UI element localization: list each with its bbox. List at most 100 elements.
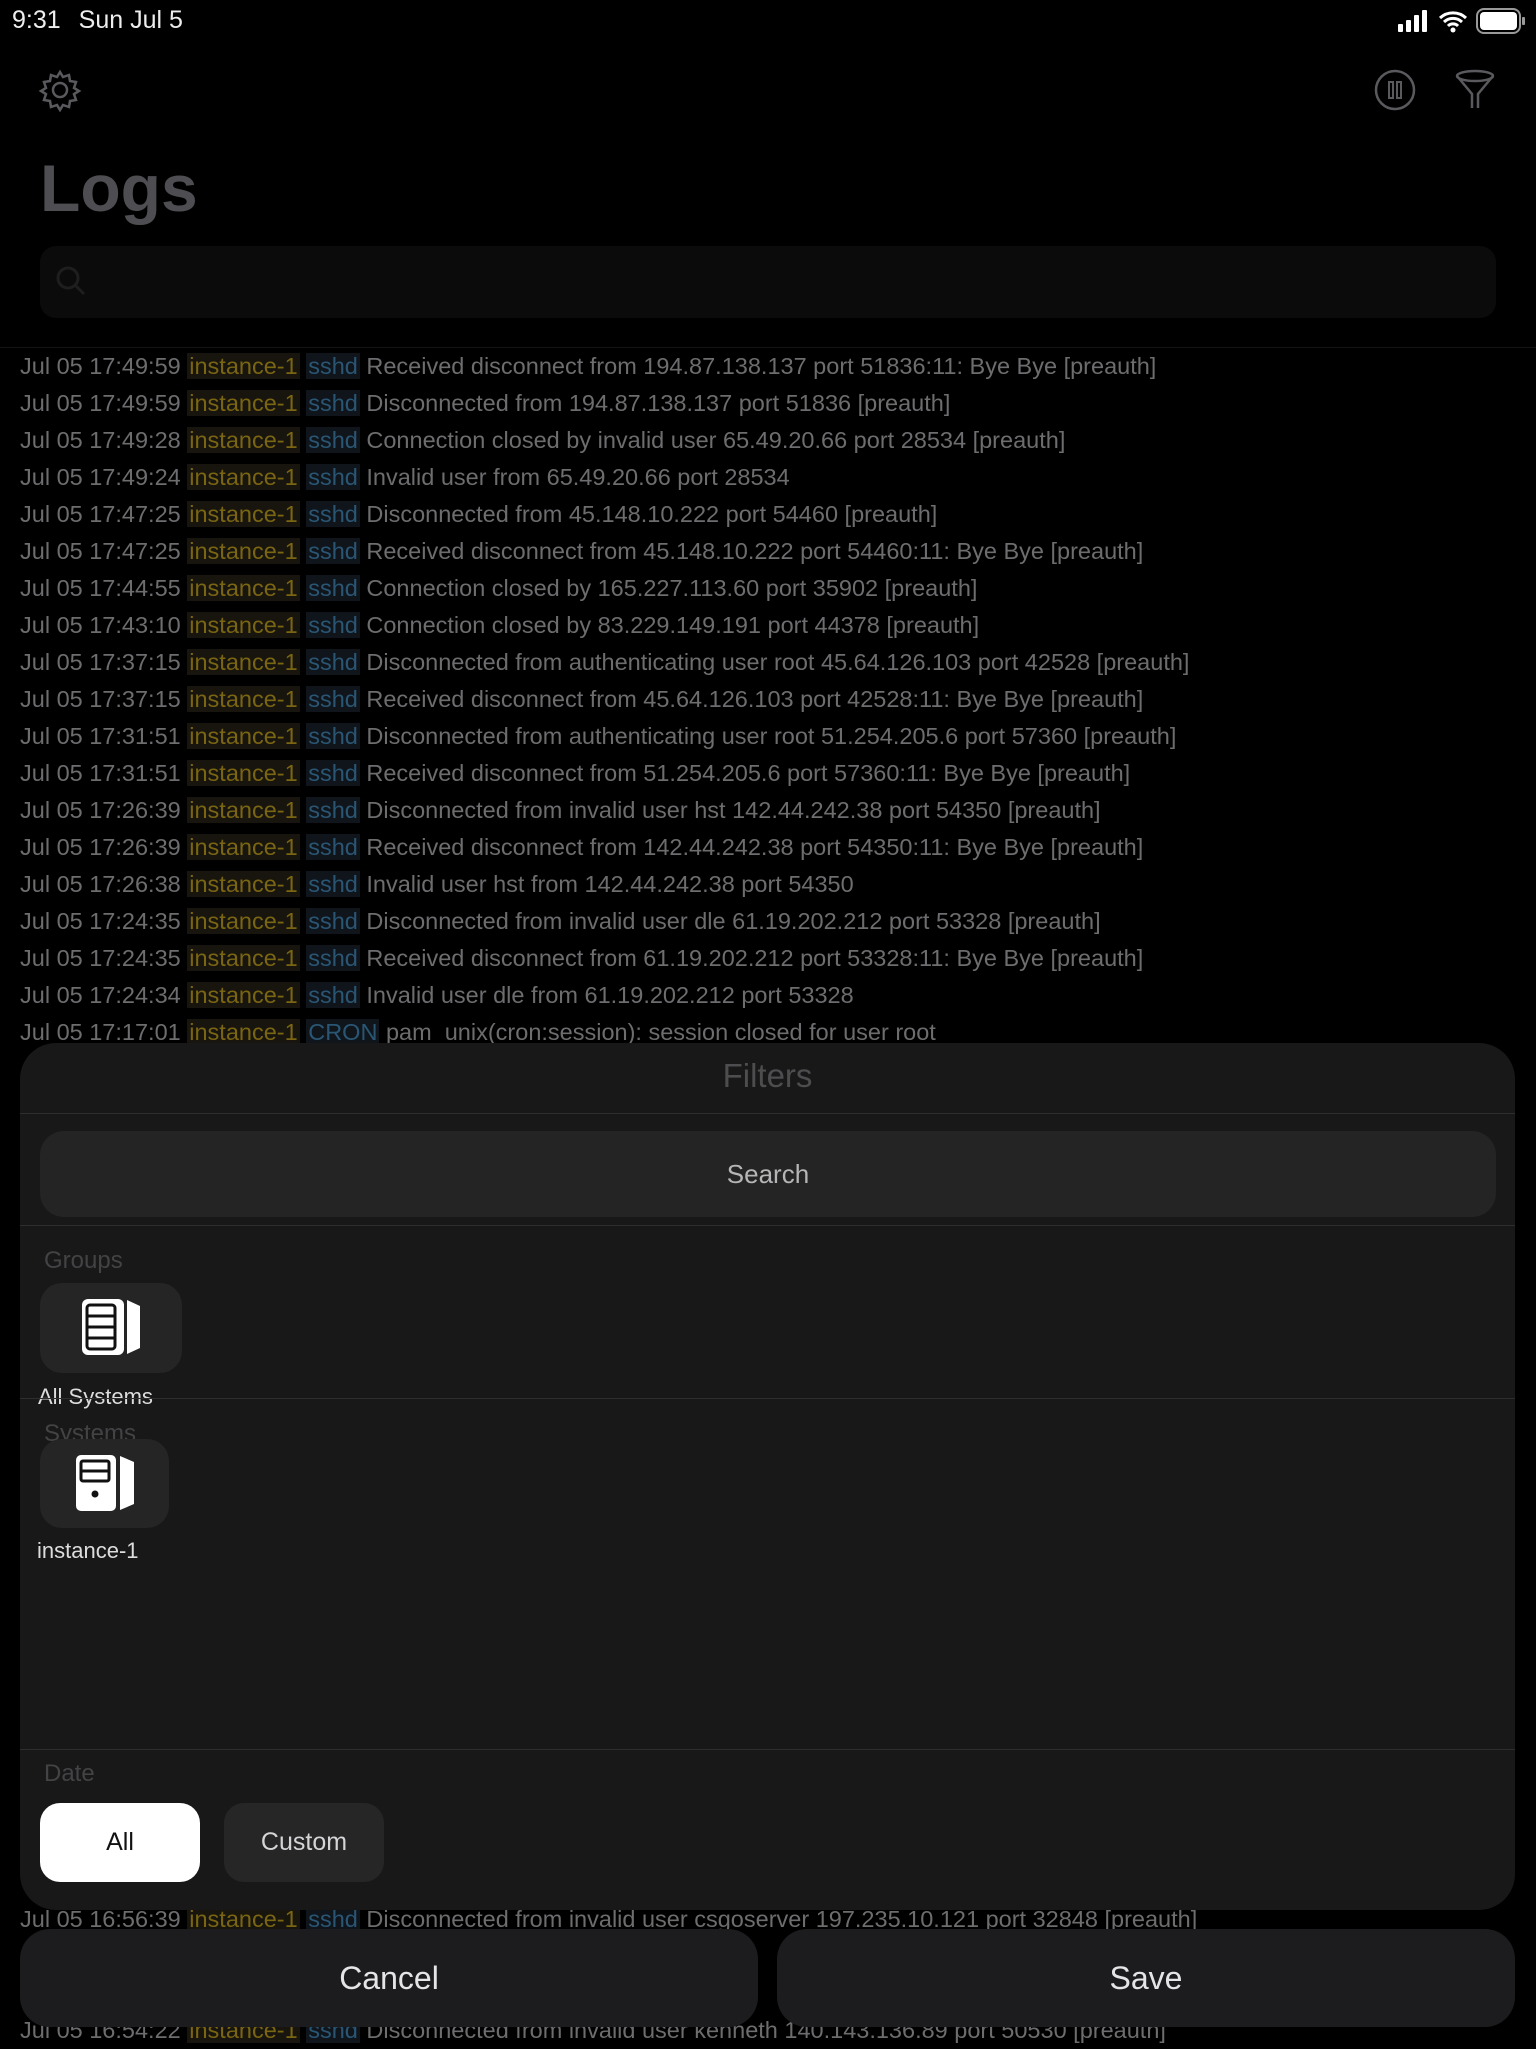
cellular-signal-icon bbox=[1398, 10, 1427, 32]
funnel-icon bbox=[1455, 69, 1495, 108]
save-button[interactable]: Save bbox=[777, 1929, 1515, 2027]
log-time: Jul 05 17:31:51 bbox=[20, 760, 181, 786]
log-time: Jul 05 17:31:51 bbox=[20, 723, 181, 749]
log-row[interactable]: Jul 05 17:24:34 instance-1 sshd Invalid … bbox=[20, 977, 1189, 1014]
log-host: instance-1 bbox=[187, 612, 300, 638]
log-time: Jul 05 17:49:59 bbox=[20, 390, 181, 416]
log-process: sshd bbox=[306, 945, 360, 971]
log-time: Jul 05 17:24:35 bbox=[20, 945, 181, 971]
system-tile-instance-1[interactable] bbox=[40, 1439, 169, 1528]
divider bbox=[20, 1225, 1515, 1226]
log-process: sshd bbox=[306, 501, 360, 527]
filter-search-field[interactable]: Search bbox=[40, 1131, 1496, 1217]
log-process: sshd bbox=[306, 427, 360, 453]
log-message: Disconnected from 194.87.138.137 port 51… bbox=[366, 390, 951, 416]
log-row[interactable]: Jul 05 17:26:38 instance-1 sshd Invalid … bbox=[20, 866, 1189, 903]
divider bbox=[20, 1398, 1515, 1399]
battery-icon bbox=[1476, 8, 1525, 34]
group-tile-all-systems[interactable] bbox=[40, 1283, 182, 1373]
log-message: Disconnected from invalid user dle 61.19… bbox=[366, 908, 1101, 934]
pause-button[interactable] bbox=[1370, 65, 1420, 115]
log-host: instance-1 bbox=[187, 649, 300, 675]
log-process: sshd bbox=[306, 390, 360, 416]
log-list[interactable]: Jul 05 17:49:59 instance-1 sshd Received… bbox=[20, 348, 1189, 1051]
log-message: pam_unix(cron:session): session closed f… bbox=[385, 1019, 936, 1045]
divider bbox=[20, 1749, 1515, 1750]
log-process: sshd bbox=[306, 834, 360, 860]
log-message: Received disconnect from 61.19.202.212 p… bbox=[366, 945, 1144, 971]
log-host: instance-1 bbox=[187, 686, 300, 712]
system-label: instance-1 bbox=[37, 1538, 139, 1563]
log-time: Jul 05 17:44:55 bbox=[20, 575, 181, 601]
log-time: Jul 05 17:17:01 bbox=[20, 1019, 181, 1045]
divider bbox=[20, 1113, 1515, 1114]
status-bar: 9:31 Sun Jul 5 bbox=[12, 6, 201, 35]
log-row[interactable]: Jul 05 17:49:59 instance-1 sshd Received… bbox=[20, 348, 1189, 385]
filters-sheet: Filters Search Groups All Systems System… bbox=[20, 1043, 1515, 1910]
log-row[interactable]: Jul 05 17:37:15 instance-1 sshd Received… bbox=[20, 681, 1189, 718]
log-host: instance-1 bbox=[187, 390, 300, 416]
page-title: Logs bbox=[40, 151, 198, 225]
log-host: instance-1 bbox=[187, 501, 300, 527]
log-message: Received disconnect from 194.87.138.137 … bbox=[366, 353, 1157, 379]
log-process: sshd bbox=[306, 464, 360, 490]
log-process: sshd bbox=[306, 908, 360, 934]
log-time: Jul 05 17:43:10 bbox=[20, 612, 181, 638]
log-row[interactable]: Jul 05 17:31:51 instance-1 sshd Disconne… bbox=[20, 718, 1189, 755]
log-row[interactable]: Jul 05 17:26:39 instance-1 sshd Disconne… bbox=[20, 792, 1189, 829]
log-row[interactable]: Jul 05 17:47:25 instance-1 sshd Received… bbox=[20, 533, 1189, 570]
log-row[interactable]: Jul 05 17:37:15 instance-1 sshd Disconne… bbox=[20, 644, 1189, 681]
log-process: sshd bbox=[306, 686, 360, 712]
server-rack-icon bbox=[82, 1299, 140, 1355]
log-host: instance-1 bbox=[187, 945, 300, 971]
log-process: sshd bbox=[306, 760, 360, 786]
log-time: Jul 05 17:24:34 bbox=[20, 982, 181, 1008]
log-process: sshd bbox=[306, 538, 360, 564]
log-row[interactable]: Jul 05 17:47:25 instance-1 sshd Disconne… bbox=[20, 496, 1189, 533]
date-custom-button[interactable]: Custom bbox=[224, 1803, 384, 1882]
log-message: Connection closed by invalid user 65.49.… bbox=[366, 427, 1066, 453]
status-icons bbox=[1396, 8, 1526, 34]
log-row[interactable]: Jul 05 17:24:35 instance-1 sshd Received… bbox=[20, 940, 1189, 977]
pause-circle-icon bbox=[1374, 69, 1416, 111]
log-message: Connection closed by 83.229.149.191 port… bbox=[366, 612, 980, 638]
log-row[interactable]: Jul 05 17:49:24 instance-1 sshd Invalid … bbox=[20, 459, 1189, 496]
log-process: CRON bbox=[306, 1019, 380, 1045]
log-time: Jul 05 17:24:35 bbox=[20, 908, 181, 934]
search-icon bbox=[56, 266, 86, 296]
log-row[interactable]: Jul 05 17:43:10 instance-1 sshd Connecti… bbox=[20, 607, 1189, 644]
settings-button[interactable] bbox=[35, 65, 85, 115]
log-message: Disconnected from 45.148.10.222 port 544… bbox=[366, 501, 938, 527]
log-row[interactable]: Jul 05 17:49:28 instance-1 sshd Connecti… bbox=[20, 422, 1189, 459]
filter-button[interactable] bbox=[1450, 65, 1500, 115]
log-message: Received disconnect from 51.254.205.6 po… bbox=[366, 760, 1131, 786]
date-all-button[interactable]: All bbox=[40, 1803, 200, 1882]
cancel-button[interactable]: Cancel bbox=[20, 1929, 758, 2027]
log-row[interactable]: Jul 05 17:49:59 instance-1 sshd Disconne… bbox=[20, 385, 1189, 422]
log-search-input[interactable] bbox=[40, 246, 1496, 318]
log-host: instance-1 bbox=[187, 427, 300, 453]
log-message: Invalid user dle from 61.19.202.212 port… bbox=[366, 982, 854, 1008]
log-row[interactable]: Jul 05 17:31:51 instance-1 sshd Received… bbox=[20, 755, 1189, 792]
log-row[interactable]: Jul 05 17:44:55 instance-1 sshd Connecti… bbox=[20, 570, 1189, 607]
log-time: Jul 05 17:47:25 bbox=[20, 501, 181, 527]
log-row[interactable]: Jul 05 17:26:39 instance-1 sshd Received… bbox=[20, 829, 1189, 866]
log-time: Jul 05 17:49:59 bbox=[20, 353, 181, 379]
log-host: instance-1 bbox=[187, 1019, 300, 1045]
log-process: sshd bbox=[306, 723, 360, 749]
server-tower-icon bbox=[75, 1454, 134, 1511]
log-row[interactable]: Jul 05 17:24:35 instance-1 sshd Disconne… bbox=[20, 903, 1189, 940]
filters-title: Filters bbox=[722, 1057, 813, 1094]
log-process: sshd bbox=[306, 353, 360, 379]
log-time: Jul 05 17:26:39 bbox=[20, 797, 181, 823]
log-process: sshd bbox=[306, 797, 360, 823]
log-host: instance-1 bbox=[187, 538, 300, 564]
log-process: sshd bbox=[306, 982, 360, 1008]
status-date: Sun Jul 5 bbox=[78, 6, 183, 34]
group-label: All Systems bbox=[38, 1384, 153, 1409]
log-process: sshd bbox=[306, 649, 360, 675]
groups-label: Groups bbox=[44, 1247, 123, 1274]
log-host: instance-1 bbox=[187, 760, 300, 786]
log-host: instance-1 bbox=[187, 834, 300, 860]
log-message: Invalid user from 65.49.20.66 port 28534 bbox=[366, 464, 790, 490]
